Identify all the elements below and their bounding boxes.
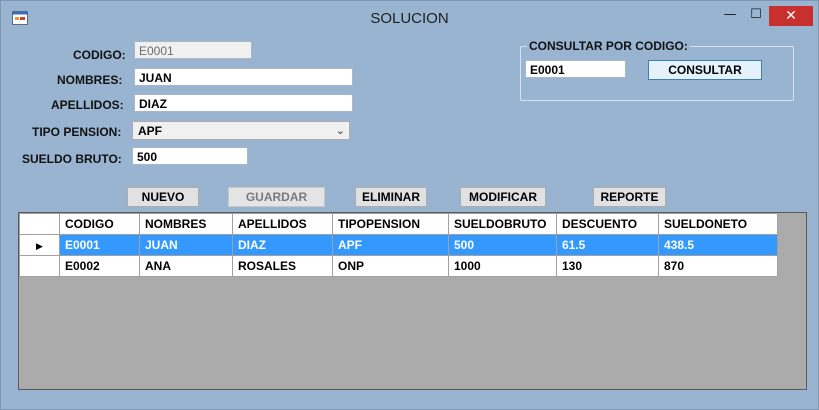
consultar-group-title: CONSULTAR POR CODIGO: — [527, 39, 690, 53]
sueldo-bruto-field[interactable]: 500 — [132, 147, 248, 165]
row-header[interactable] — [19, 255, 60, 277]
row-header-corner[interactable] — [19, 213, 60, 235]
codigo-field: E0001 — [134, 41, 252, 59]
table-cell[interactable]: ROSALES — [232, 255, 333, 277]
reporte-button[interactable]: REPORTE — [593, 187, 666, 207]
nombres-label: NOMBRES: — [57, 73, 123, 87]
row-pointer-icon: ▶ — [36, 242, 43, 252]
sueldo-bruto-label: SUELDO BRUTO: — [22, 152, 122, 166]
minimize-button[interactable]: — — [717, 6, 743, 26]
tipo-pension-select[interactable]: APF ⌄ — [132, 121, 350, 140]
apellidos-field[interactable]: DIAZ — [134, 94, 353, 112]
table-cell[interactable]: 61.5 — [556, 234, 659, 256]
table-cell[interactable]: ONP — [332, 255, 449, 277]
window-title: SOLUCION — [370, 10, 449, 27]
column-header[interactable]: SUELDOBRUTO — [448, 213, 557, 235]
app-window: SOLUCION — ☐ ✕ CODIGO: E0001 NOMBRES: JU… — [0, 0, 819, 410]
modificar-button[interactable]: MODIFICAR — [460, 187, 546, 207]
table-row[interactable]: E0002 ANA ROSALES ONP 1000 130 870 — [19, 255, 778, 277]
table-row[interactable]: ▶ E0001 JUAN DIAZ APF 500 61.5 438.5 — [19, 234, 778, 256]
codigo-label: CODIGO: — [73, 48, 126, 62]
grid-header-row: CODIGO NOMBRES APELLIDOS TIPOPENSION SUE… — [19, 213, 778, 235]
data-grid-table: CODIGO NOMBRES APELLIDOS TIPOPENSION SUE… — [19, 213, 778, 277]
table-cell[interactable]: 500 — [448, 234, 557, 256]
consultar-codigo-field[interactable]: E0001 — [525, 60, 626, 78]
column-header[interactable]: APELLIDOS — [232, 213, 333, 235]
table-cell[interactable]: APF — [332, 234, 449, 256]
table-cell[interactable]: 1000 — [448, 255, 557, 277]
nuevo-button[interactable]: NUEVO — [127, 187, 199, 207]
data-grid[interactable]: CODIGO NOMBRES APELLIDOS TIPOPENSION SUE… — [18, 212, 807, 390]
chevron-down-icon[interactable]: ⌄ — [336, 122, 345, 140]
nombres-field[interactable]: JUAN — [134, 68, 353, 86]
table-cell[interactable]: E0002 — [59, 255, 140, 277]
guardar-button[interactable]: GUARDAR — [228, 187, 325, 207]
title-bar[interactable]: SOLUCION — ☐ ✕ — [1, 1, 818, 33]
close-button[interactable]: ✕ — [769, 6, 813, 26]
maximize-button[interactable]: ☐ — [743, 6, 769, 26]
consultar-button[interactable]: CONSULTAR — [648, 60, 762, 80]
column-header[interactable]: TIPOPENSION — [332, 213, 449, 235]
table-cell[interactable]: JUAN — [139, 234, 233, 256]
column-header[interactable]: SUELDONETO — [658, 213, 778, 235]
apellidos-label: APELLIDOS: — [51, 98, 124, 112]
table-cell[interactable]: 130 — [556, 255, 659, 277]
table-cell[interactable]: ANA — [139, 255, 233, 277]
column-header[interactable]: CODIGO — [59, 213, 140, 235]
table-cell[interactable]: E0001 — [59, 234, 140, 256]
column-header[interactable]: NOMBRES — [139, 213, 233, 235]
tipo-pension-label: TIPO PENSION: — [32, 125, 122, 139]
table-cell[interactable]: 438.5 — [658, 234, 778, 256]
table-cell[interactable]: 870 — [658, 255, 778, 277]
column-header[interactable]: DESCUENTO — [556, 213, 659, 235]
eliminar-button[interactable]: ELIMINAR — [355, 187, 427, 207]
tipo-pension-value: APF — [138, 124, 162, 138]
table-cell[interactable]: DIAZ — [232, 234, 333, 256]
row-header[interactable]: ▶ — [19, 234, 60, 256]
